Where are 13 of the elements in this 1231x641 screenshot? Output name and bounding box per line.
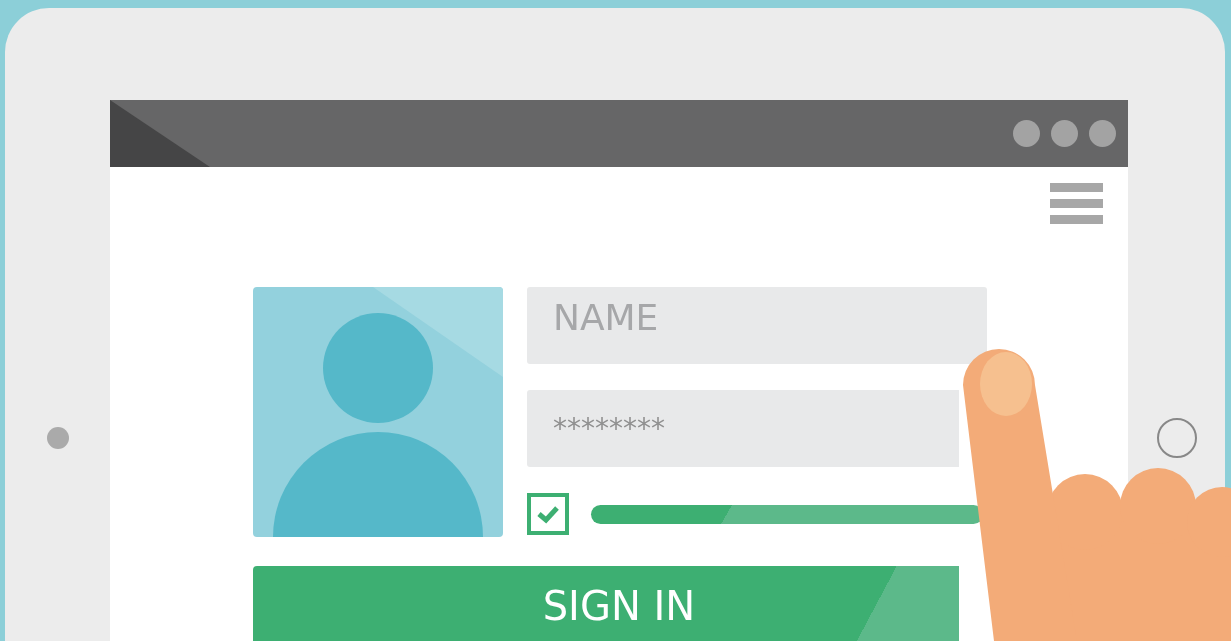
- window-dot-icon: [1051, 120, 1078, 147]
- checkbox[interactable]: [527, 493, 569, 535]
- window-dot-icon: [1089, 120, 1116, 147]
- home-button-icon: [46, 426, 69, 449]
- avatar-icon: [253, 287, 503, 537]
- menu-icon[interactable]: [1050, 183, 1103, 224]
- window-dot-icon: [1013, 120, 1040, 147]
- check-icon: [536, 504, 560, 524]
- sign-in-button[interactable]: SIGN IN: [253, 566, 959, 641]
- corner-shade-icon: [110, 100, 210, 167]
- circle-button-icon: [1156, 417, 1197, 458]
- password-field[interactable]: ********: [527, 390, 959, 467]
- name-field[interactable]: NAME: [527, 287, 987, 364]
